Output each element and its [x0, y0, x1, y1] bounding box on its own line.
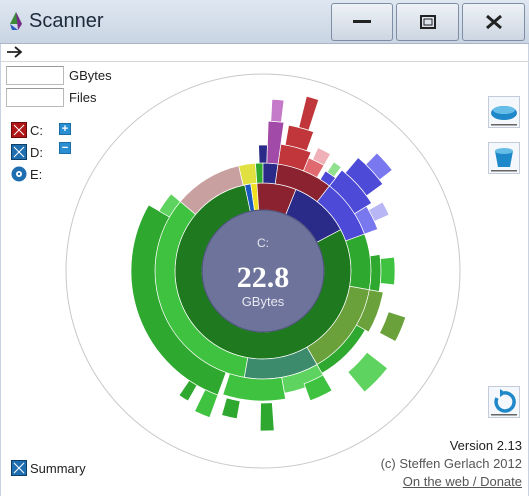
center-size-unit: GBytes	[242, 294, 285, 309]
drive-c-label: C:	[30, 122, 43, 138]
version-text: Version 2.13	[449, 438, 522, 453]
drive-d-label: D:	[30, 144, 43, 160]
minimize-button[interactable]	[331, 3, 393, 41]
center-drive-label: C:	[257, 236, 269, 250]
client-area: C: 22.8 GBytes GBytes Files C: D: E: + −	[0, 44, 529, 496]
bucket-icon[interactable]	[488, 142, 520, 174]
toolbar-separator	[1, 61, 529, 62]
close-button[interactable]	[462, 3, 525, 41]
back-arrow-icon[interactable]	[4, 44, 26, 60]
summary-button[interactable]: Summary	[11, 460, 86, 476]
sunburst-segment[interactable]	[379, 256, 396, 286]
files-label: Files	[69, 90, 97, 105]
title-bar[interactable]: Scanner	[0, 0, 529, 44]
summary-label: Summary	[30, 460, 86, 476]
files-field	[6, 88, 64, 107]
drive-e-label: E:	[30, 166, 43, 182]
drive-item-d[interactable]: D:	[11, 143, 43, 161]
maximize-button[interactable]	[396, 3, 459, 41]
copyright-text: (c) Steffen Gerlach 2012	[380, 456, 522, 471]
maximize-icon	[419, 15, 436, 29]
expand-plus-button[interactable]: +	[59, 123, 71, 135]
center-size-value: 22.8	[237, 261, 290, 294]
sunburst-segment[interactable]	[259, 402, 275, 432]
sunburst-segment[interactable]	[255, 162, 264, 184]
drive-d-icon	[11, 144, 27, 160]
sunburst-segment[interactable]	[258, 144, 268, 164]
drive-item-c[interactable]: C:	[11, 121, 43, 139]
collapse-minus-button[interactable]: −	[59, 142, 71, 154]
drive-c-icon	[11, 122, 27, 138]
scanner-app-icon	[10, 12, 22, 30]
sunburst-segment[interactable]	[270, 98, 285, 123]
open-folder-button[interactable]	[488, 96, 520, 128]
refresh-icon[interactable]	[488, 386, 520, 418]
sunburst-chart[interactable]: C: 22.8 GBytes	[1, 44, 528, 496]
web-donate-link[interactable]: On the web / Donate	[403, 474, 522, 489]
drive-item-e[interactable]: E:	[11, 165, 42, 183]
summary-icon	[11, 460, 27, 476]
close-icon	[485, 14, 502, 30]
gbytes-field	[6, 66, 64, 85]
window-title: Scanner	[29, 10, 104, 32]
minimize-icon	[353, 20, 371, 23]
cd-drive-icon	[11, 166, 27, 182]
sunburst-segment[interactable]	[368, 254, 382, 292]
gbytes-label: GBytes	[69, 68, 112, 83]
